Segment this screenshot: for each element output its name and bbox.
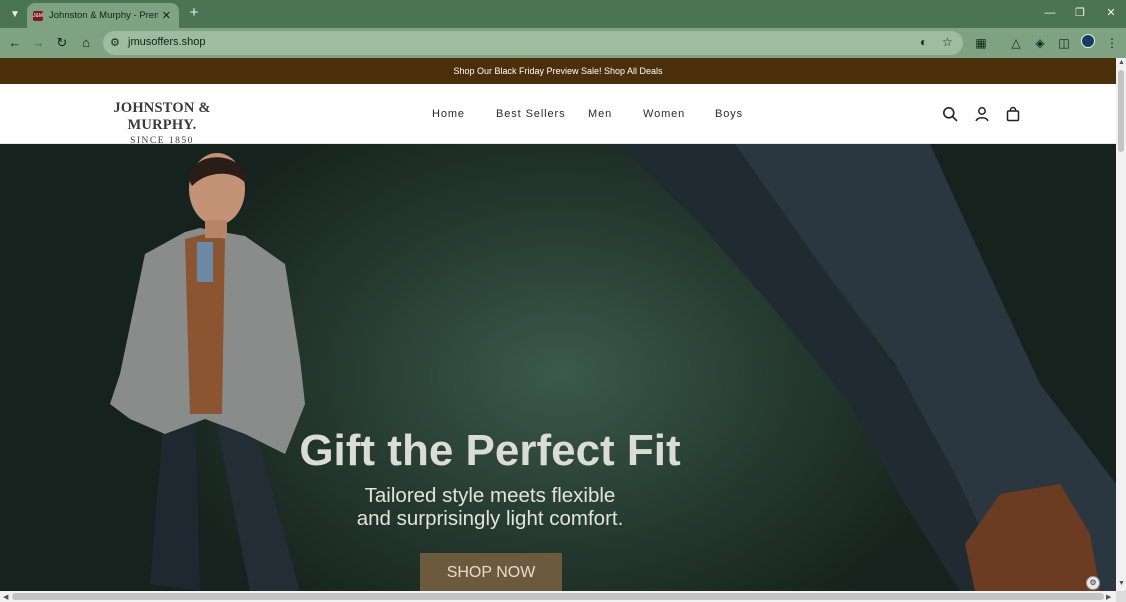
browser-tab-strip: ▼ J&M Johnston & Murphy - Premium ✕ + — … <box>0 0 1126 28</box>
forward-arrow-icon[interactable]: → <box>29 34 47 52</box>
close-tab-icon[interactable]: ✕ <box>162 9 171 22</box>
home-icon[interactable]: ⌂ <box>77 34 95 52</box>
promo-banner[interactable]: Shop Our Black Friday Preview Sale! Shop… <box>0 58 1116 84</box>
nav-men[interactable]: Men <box>588 108 612 120</box>
browser-tab-active[interactable]: J&M Johnston & Murphy - Premium ✕ <box>27 3 179 28</box>
reload-icon[interactable]: ↻ <box>53 34 71 52</box>
search-icon[interactable] <box>942 106 958 122</box>
site-info-icon[interactable]: ⚙ <box>110 36 120 49</box>
scrollbar-corner <box>1116 591 1126 602</box>
back-arrow-icon[interactable]: ← <box>6 34 24 52</box>
labs-flask-icon[interactable]: △ <box>1007 34 1025 52</box>
scroll-down-arrow-icon[interactable]: ▼ <box>1118 580 1125 587</box>
extensions-puzzle-icon[interactable]: ▦ <box>972 34 990 52</box>
new-tab-plus-icon[interactable]: + <box>186 4 202 22</box>
hero-subtitle-line-1: Tailored style meets flexible <box>364 484 616 507</box>
hero-subtitle: Tailored style meets flexible and surpri… <box>0 484 980 530</box>
address-bar-url[interactable]: jmusoffers.shop <box>128 36 205 48</box>
promo-text[interactable]: Shop Our Black Friday Preview Sale! Shop… <box>453 66 662 76</box>
hero-subtitle-line-2: and surprisingly light comfort. <box>356 507 624 530</box>
scroll-right-arrow-icon[interactable]: ▶ <box>1106 593 1111 601</box>
scroll-up-arrow-icon[interactable]: ▲ <box>1118 59 1125 66</box>
close-window-icon[interactable]: ✕ <box>1102 5 1120 21</box>
tab-title: Johnston & Murphy - Premium <box>49 10 158 21</box>
vertical-scroll-thumb[interactable] <box>1118 70 1124 152</box>
nav-best-sellers[interactable]: Best Sellers <box>496 108 566 120</box>
account-user-icon[interactable] <box>974 106 990 122</box>
scroll-left-arrow-icon[interactable]: ◀ <box>3 593 8 601</box>
model-shirt <box>197 242 213 282</box>
bookmark-star-icon[interactable]: ☆ <box>942 35 953 49</box>
nav-women[interactable]: Women <box>643 108 685 120</box>
hero-banner: Gift the Perfect Fit Tailored style meet… <box>0 144 1116 591</box>
eye-off-icon[interactable]: ◐ <box>920 35 927 49</box>
site-header: JOHNSTON & MURPHY. SINCE 1850 Home Best … <box>0 84 1116 146</box>
profile-avatar-icon[interactable] <box>1081 34 1095 48</box>
logo-name: JOHNSTON & MURPHY. <box>113 100 211 133</box>
horizontal-scroll-thumb[interactable] <box>12 593 1104 600</box>
restore-window-icon[interactable]: ❐ <box>1071 5 1089 21</box>
brand-logo[interactable]: JOHNSTON & MURPHY. SINCE 1850 <box>96 100 228 146</box>
extension-icon[interactable]: ◈ <box>1031 34 1049 52</box>
tab-search-chevron-icon[interactable]: ▼ <box>6 5 24 23</box>
vertical-scrollbar[interactable]: ▲ ▼ <box>1116 58 1126 591</box>
shopping-bag-icon[interactable] <box>1005 106 1021 122</box>
browser-toolbar: ← → ↻ ⌂ ⚙ jmusoffers.shop ◐ ☆ ▦ △ ◈ ◫ ⋮ <box>0 28 1126 58</box>
nav-home[interactable]: Home <box>432 108 465 120</box>
address-bar[interactable]: ⚙ jmusoffers.shop ◐ ☆ <box>103 31 963 55</box>
shop-now-button[interactable]: SHOP NOW <box>420 553 562 591</box>
horizontal-scrollbar[interactable]: ◀ ▶ <box>0 591 1116 602</box>
floating-widget-icon[interactable]: ⚙ <box>1086 576 1100 590</box>
site-favicon-icon: J&M <box>33 10 43 21</box>
model-neck <box>205 220 227 238</box>
side-panel-icon[interactable]: ◫ <box>1055 34 1073 52</box>
hero-title: Gift the Perfect Fit <box>299 426 681 475</box>
minimize-window-icon[interactable]: — <box>1041 5 1059 21</box>
nav-boys[interactable]: Boys <box>715 108 743 120</box>
browser-menu-kebab-icon[interactable]: ⋮ <box>1103 34 1121 52</box>
